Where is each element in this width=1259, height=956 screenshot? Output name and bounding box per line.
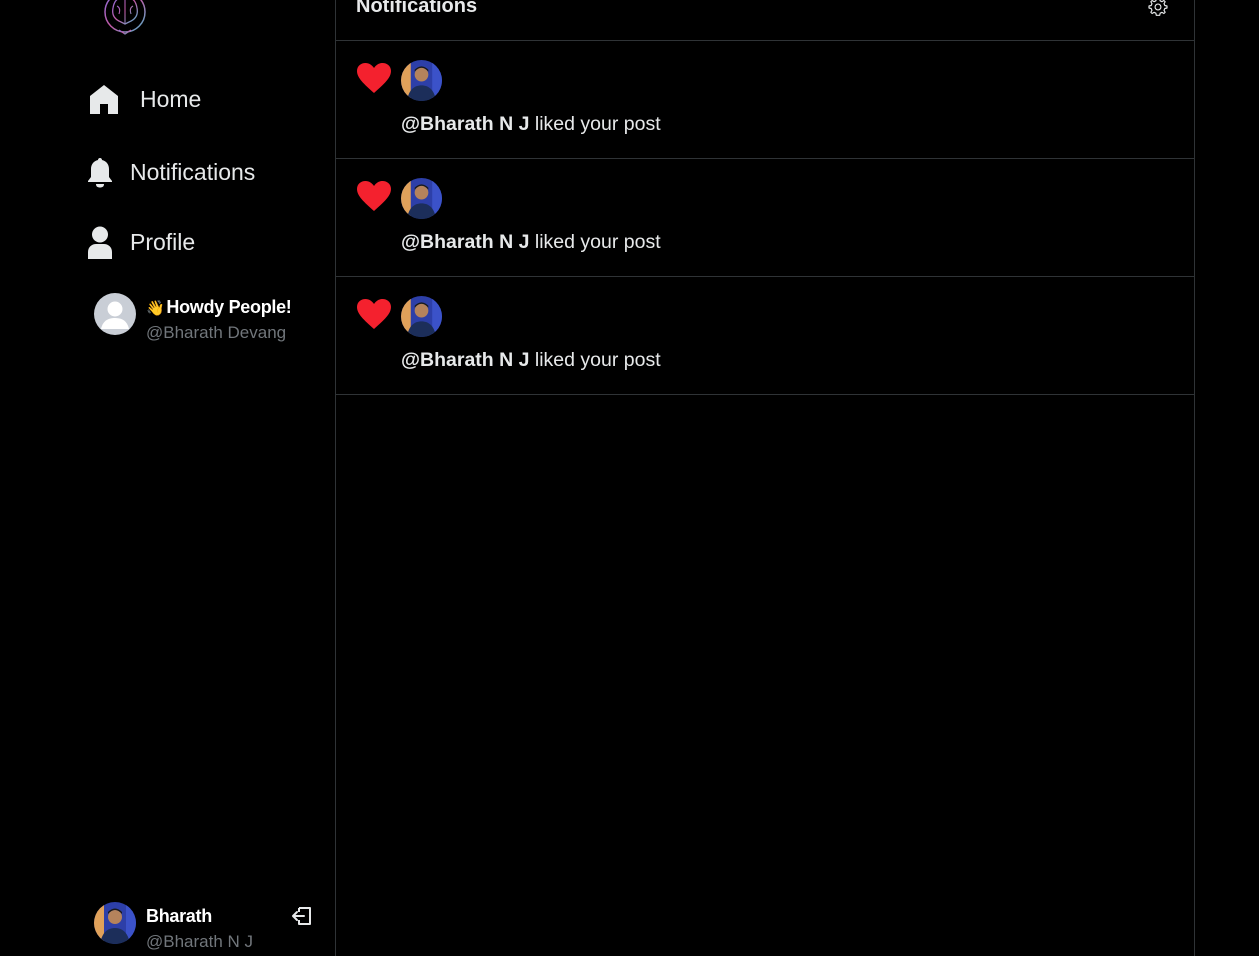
notification-item[interactable]: @Bharath N J liked your post (336, 41, 1194, 159)
notification-item[interactable]: @Bharath N J liked your post (336, 159, 1194, 277)
notification-user[interactable]: @Bharath N J (401, 231, 529, 253)
nav-home[interactable]: Home (88, 83, 201, 115)
suggested-user-bio: 👋 Howdy People! (146, 297, 292, 318)
nav-profile[interactable]: Profile (86, 226, 195, 259)
notification-text: @Bharath N J liked your post (401, 349, 661, 372)
nav-notifications[interactable]: Notifications (86, 156, 255, 188)
notification-action: liked your post (529, 349, 661, 371)
notification-user[interactable]: @Bharath N J (401, 349, 529, 371)
notification-text: @Bharath N J liked your post (401, 113, 661, 136)
suggested-user-bio-text: Howdy People! (166, 297, 292, 317)
nav-notifications-label: Notifications (130, 158, 256, 185)
notifications-feed: Notifications @Bharath N J liked your po… (335, 0, 1195, 956)
avatar (94, 293, 136, 335)
notification-user[interactable]: @Bharath N J (401, 113, 529, 135)
gear-icon[interactable] (1148, 0, 1168, 17)
page-title: Notifications (356, 0, 478, 17)
avatar[interactable] (401, 296, 442, 337)
default-avatar-icon (101, 301, 129, 329)
sidebar: Home Notifications Profile 👋 Howdy Peopl… (0, 0, 335, 956)
current-user-name: Bharath (146, 906, 212, 926)
notification-item[interactable]: @Bharath N J liked your post (336, 277, 1194, 395)
suggested-user-text: 👋 Howdy People! @Bharath Devang (146, 293, 292, 343)
logo-icon[interactable] (99, 0, 151, 36)
wave-emoji: 👋 (146, 299, 165, 317)
suggested-user[interactable]: 👋 Howdy People! @Bharath Devang (94, 293, 292, 343)
heart-icon (357, 63, 391, 93)
app: Home Notifications Profile 👋 Howdy Peopl… (0, 0, 1259, 956)
avatar[interactable] (401, 178, 442, 219)
suggested-user-handle: @Bharath Devang (146, 323, 287, 342)
notification-text: @Bharath N J liked your post (401, 231, 661, 254)
current-user[interactable]: Bharath @Bharath N J (94, 902, 319, 952)
nav-home-label: Home (140, 85, 202, 112)
logout-icon[interactable] (290, 904, 314, 928)
feed-header: Notifications (336, 0, 1194, 41)
nav-profile-label: Profile (130, 229, 196, 255)
avatar[interactable] (401, 60, 442, 101)
avatar (94, 902, 136, 944)
current-user-handle: @Bharath N J (146, 932, 254, 951)
heart-icon (357, 181, 391, 211)
heart-icon (357, 299, 391, 329)
notification-action: liked your post (529, 231, 661, 253)
notification-action: liked your post (529, 113, 661, 135)
bell-icon (88, 158, 112, 188)
home-icon (90, 85, 118, 114)
notification-list: @Bharath N J liked your post @Bharath N … (336, 41, 1194, 395)
current-user-text: Bharath @Bharath N J (146, 902, 253, 952)
user-icon (88, 226, 112, 259)
